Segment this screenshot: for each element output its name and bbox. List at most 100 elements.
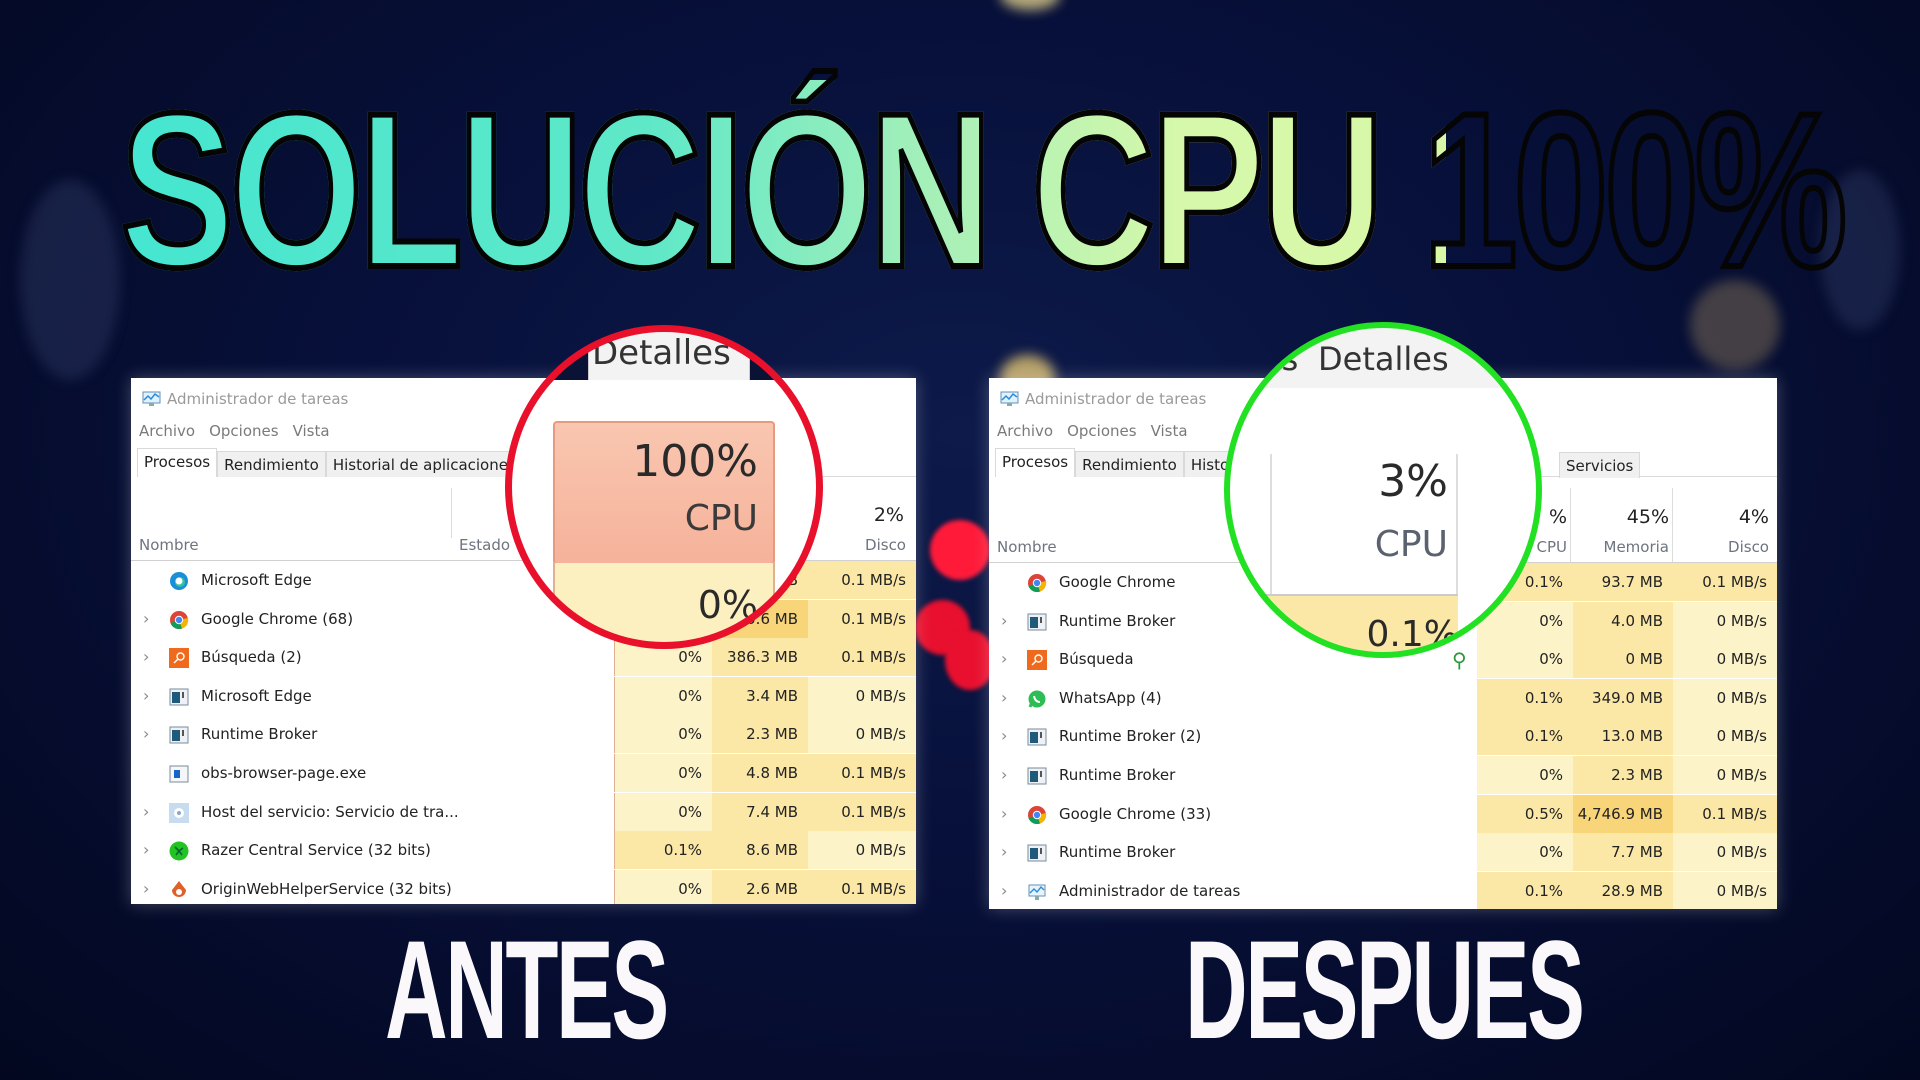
column-disco[interactable]: Disco (1728, 538, 1769, 556)
app-window-icon (169, 687, 189, 707)
exe-window-icon (169, 764, 189, 784)
expand-chevron-icon[interactable]: › (1001, 688, 1007, 707)
disk-total-percent: 4% (1738, 506, 1769, 528)
cell-disk: 0.1 MB/s (1673, 563, 1777, 601)
expand-chevron-icon[interactable]: › (1001, 881, 1007, 900)
process-name: Runtime Broker (1059, 766, 1176, 784)
expand-chevron-icon[interactable]: › (143, 647, 149, 666)
window-title-text: Administrador de tareas (1025, 390, 1207, 408)
process-row[interactable]: › Host del servicio: Servicio de tra... 0%… (131, 792, 916, 831)
cell-disk: 0 MB/s (1673, 756, 1777, 794)
column-divider (451, 488, 452, 538)
process-name: OriginWebHelperService (32 bits) (201, 879, 452, 898)
cpu-total-percent: 3% (1378, 456, 1448, 507)
column-nombre[interactable]: Nombre (997, 538, 1057, 556)
cell-memory: 4.8 MB (712, 754, 808, 792)
process-row[interactable]: › Runtime Broker (2) 0.1% 13.0 MB 0 MB/s (989, 717, 1777, 756)
expand-chevron-icon[interactable]: › (143, 879, 149, 898)
magnifier-before: Detalles 100% CPU 0% (508, 328, 820, 646)
task-manager-icon (142, 391, 161, 406)
cell-cpu: 0.1% (614, 831, 712, 870)
cell-disk: 0.1 MB/s (1673, 794, 1777, 833)
menu-opciones[interactable]: Opciones (209, 422, 278, 440)
process-row[interactable]: › Microsoft Edge 0% 3.4 MB 0 MB/s (131, 676, 916, 715)
leaf-efficiency-icon: ⚲ (1452, 650, 1467, 672)
expand-chevron-icon[interactable]: › (1001, 649, 1007, 668)
process-row[interactable]: › OriginWebHelperService (32 bits) 0% 2.6 M… (131, 869, 916, 904)
process-name: WhatsApp (4) (1059, 688, 1162, 707)
cell-memory: 4.0 MB (1573, 601, 1673, 640)
tab-procesos[interactable]: Procesos (995, 448, 1076, 477)
window-title: Administrador de tareas (141, 390, 348, 408)
magnified-cpu-value: 0% (697, 583, 758, 627)
bokeh-light (945, 630, 995, 690)
menu-vista[interactable]: Vista (293, 422, 330, 440)
process-name: Microsoft Edge (201, 686, 312, 705)
process-row[interactable]: › Runtime Broker 0% 2.3 MB 0 MB/s (131, 715, 916, 754)
expand-chevron-icon[interactable]: › (1001, 842, 1007, 861)
tab-rendimiento[interactable]: Rendimiento (1075, 451, 1184, 477)
process-row[interactable]: › Google Chrome (33) 0.5% 4,746.9 MB 0.1 MB/… (989, 794, 1777, 833)
whatsapp-icon (1027, 689, 1047, 709)
tab-procesos[interactable]: Procesos (137, 448, 218, 477)
expand-chevron-icon[interactable]: › (1001, 726, 1007, 745)
column-cpu-partial[interactable]: CPU (1537, 538, 1568, 556)
cpu-column-label: CPU (1374, 524, 1448, 565)
process-row[interactable]: › Runtime Broker 0% 7.7 MB 0 MB/s (989, 833, 1777, 872)
menu-archivo[interactable]: Archivo (997, 422, 1053, 440)
expand-chevron-icon[interactable]: › (1001, 611, 1007, 630)
cell-disk: 0.1 MB/s (808, 561, 916, 599)
edge-icon (169, 571, 189, 591)
bokeh-light (930, 520, 990, 580)
expand-chevron-icon[interactable]: › (143, 686, 149, 705)
column-disco[interactable]: Disco (865, 536, 906, 554)
cell-cpu: 0% (1477, 756, 1573, 794)
process-name: Runtime Broker (2) (1059, 727, 1202, 746)
process-row[interactable]: › Razer Central Service (32 bits) 0.1% 8.6 … (131, 831, 916, 870)
process-name: Administrador de tareas (1059, 881, 1241, 900)
cell-disk: 0 MB/s (1673, 678, 1777, 717)
cell-memory: 3.4 MB (712, 676, 808, 715)
memory-total-percent: 45% (1626, 506, 1669, 528)
process-name: Runtime Broker (1059, 611, 1176, 630)
magnified-tab-detalles[interactable]: Detalles (1318, 340, 1449, 378)
process-name: Google Chrome (68) (201, 609, 354, 628)
column-memoria[interactable]: Memoria (1604, 538, 1670, 556)
expand-chevron-icon[interactable]: › (143, 840, 149, 859)
process-name: Búsqueda (1059, 650, 1134, 669)
menu-opciones[interactable]: Opciones (1067, 422, 1136, 440)
column-estado[interactable]: Estado (459, 536, 510, 554)
cell-memory: 0 MB (1573, 640, 1673, 679)
app-window-icon (169, 725, 189, 745)
origin-icon (169, 880, 189, 900)
magnified-tab-partial[interactable]: os (1262, 340, 1298, 378)
cell-disk: 0.1 MB/s (808, 638, 916, 677)
tab-servicios[interactable]: Servicios (1559, 452, 1641, 478)
tab-rendimiento[interactable]: Rendimiento (217, 451, 326, 477)
expand-chevron-icon[interactable]: › (1001, 804, 1007, 823)
column-nombre[interactable]: Nombre (139, 536, 199, 554)
menu-vista[interactable]: Vista (1151, 422, 1188, 440)
cell-memory: 28.9 MB (1573, 871, 1673, 909)
process-row[interactable]: › WhatsApp (4) 0.1% 349.0 MB 0 MB/s (989, 678, 1777, 717)
cell-cpu: 0% (1477, 833, 1573, 872)
process-name: Runtime Broker (1059, 843, 1176, 862)
app-window-icon (1027, 612, 1047, 632)
cell-cpu: 0% (614, 792, 712, 831)
magnified-tab-detalles[interactable]: Detalles (592, 333, 731, 373)
expand-chevron-icon[interactable]: › (143, 802, 149, 821)
cell-memory: 4,746.9 MB (1573, 794, 1673, 833)
expand-chevron-icon[interactable]: › (1001, 765, 1007, 784)
tab-historial[interactable]: Historial de aplicaciones (325, 451, 523, 477)
process-row[interactable]: obs-browser-page.exe 0% 4.8 MB 0.1 MB/s (131, 754, 916, 792)
menu-archivo[interactable]: Archivo (139, 422, 195, 440)
process-name: Razer Central Service (32 bits) (201, 841, 431, 860)
caption-despues: DESPUES (1185, 911, 1585, 1068)
process-row[interactable]: › Runtime Broker 0% 2.3 MB 0 MB/s (989, 756, 1777, 794)
expand-chevron-icon[interactable]: › (143, 609, 149, 628)
cell-disk: 0.1 MB/s (808, 792, 916, 831)
process-row[interactable]: › Administrador de tareas 0.1% 28.9 MB 0 MB/… (989, 871, 1777, 909)
expand-chevron-icon[interactable]: › (143, 724, 149, 743)
window-title: Administrador de tareas (999, 390, 1206, 408)
cell-cpu: 0.5% (1477, 794, 1573, 833)
